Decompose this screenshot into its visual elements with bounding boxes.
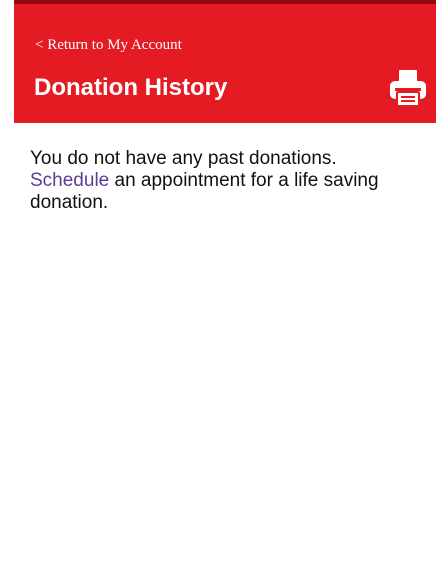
schedule-link[interactable]: Schedule xyxy=(30,170,109,191)
print-button[interactable] xyxy=(388,68,428,108)
printer-icon xyxy=(390,70,426,107)
donation-history-content: You do not have any past donations. Sche… xyxy=(30,148,410,214)
return-to-account-link[interactable]: < Return to My Account xyxy=(35,37,182,54)
page-title: Donation History xyxy=(34,74,228,101)
no-donations-text: You do not have any past donations. xyxy=(30,148,337,169)
page: < Return to My Account Donation History … xyxy=(0,0,436,561)
no-donations-message: You do not have any past donations. Sche… xyxy=(30,148,410,214)
page-header: < Return to My Account Donation History xyxy=(14,4,436,123)
